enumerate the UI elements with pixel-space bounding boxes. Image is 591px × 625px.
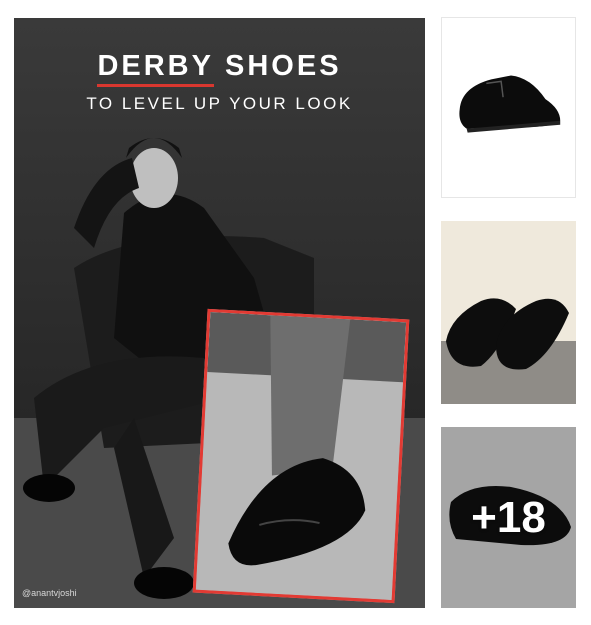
thumbnail-shoe-side[interactable] <box>441 17 576 198</box>
hero-image-tile[interactable]: DERBY SHOES TO LEVEL UP YOUR LOOK @anant… <box>14 18 425 608</box>
headline-word-shoes: SHOES <box>225 50 342 82</box>
more-images-count[interactable]: +18 <box>441 427 576 608</box>
shoe-pair-image <box>441 221 576 404</box>
shoe-side-image <box>442 18 575 197</box>
headline: DERBY SHOES <box>14 50 425 87</box>
headline-word-derby: DERBY <box>97 50 214 87</box>
shoe-closeup-inset <box>192 308 410 604</box>
thumbnail-shoe-pair[interactable] <box>441 221 576 404</box>
shoe-closeup-image <box>195 312 407 600</box>
subheadline: TO LEVEL UP YOUR LOOK <box>86 94 353 113</box>
thumbnail-more-images[interactable]: +18 <box>441 427 576 608</box>
photo-credit: @anantvjoshi <box>22 588 77 598</box>
